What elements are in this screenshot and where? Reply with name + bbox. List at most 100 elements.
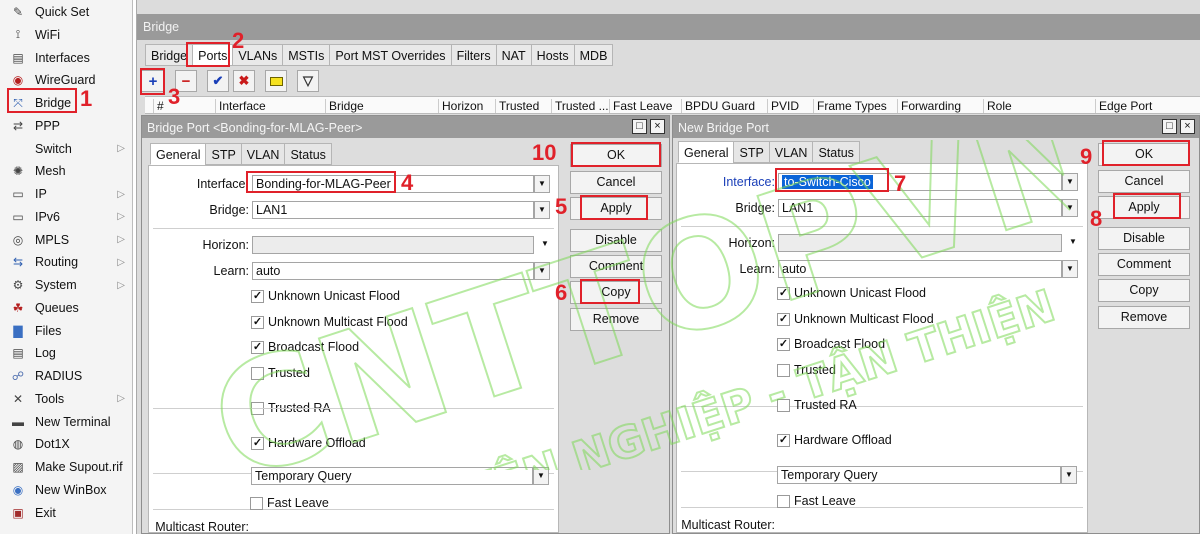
tab-vlan[interactable]: VLAN bbox=[768, 141, 814, 163]
comment-button[interactable]: Comment bbox=[570, 255, 662, 278]
dropdown-arrow-icon[interactable]: ▼ bbox=[1062, 199, 1078, 217]
column-header[interactable]: BPDU Guard bbox=[681, 99, 755, 113]
sidebar-item-ipv6[interactable]: ▭ IPv6 ▷ bbox=[0, 206, 133, 228]
column-header[interactable]: Forwarding bbox=[897, 99, 961, 113]
dropdown-arrow-icon[interactable]: ▼ bbox=[537, 236, 553, 254]
column-header[interactable]: Edge Port bbox=[1095, 99, 1152, 113]
bridge-select[interactable]: LAN1 bbox=[778, 199, 1062, 217]
column-header[interactable]: Bridge bbox=[325, 99, 364, 113]
restore-window-icon[interactable]: □ bbox=[632, 119, 647, 134]
unknown-multicast-flood-checkbox[interactable]: ✓ Unknown Multicast Flood bbox=[251, 315, 408, 329]
remove-button[interactable]: Remove bbox=[1098, 306, 1190, 329]
multicast-router-select[interactable]: Temporary Query bbox=[777, 466, 1061, 484]
tab-hosts[interactable]: Hosts bbox=[530, 44, 575, 66]
checkbox-box[interactable]: ✓ bbox=[251, 436, 264, 450]
sidebar-item-radius[interactable]: ☍ RADIUS bbox=[0, 365, 133, 387]
tab-stp[interactable]: STP bbox=[733, 141, 770, 163]
checkbox-box[interactable] bbox=[777, 494, 790, 508]
sidebar-item-new-winbox[interactable]: ◉ New WinBox bbox=[0, 479, 133, 501]
dropdown-arrow-icon[interactable]: ▼ bbox=[534, 175, 550, 193]
horizon-input[interactable] bbox=[778, 234, 1062, 252]
disable-button[interactable]: Disable bbox=[1098, 227, 1190, 250]
column-header[interactable]: # bbox=[153, 99, 164, 113]
comment-button[interactable]: Comment bbox=[1098, 253, 1190, 276]
sidebar-item-mpls[interactable]: ◎ MPLS ▷ bbox=[0, 229, 133, 251]
tab-general[interactable]: General bbox=[150, 143, 207, 165]
checkbox-box[interactable]: ✓ bbox=[777, 312, 790, 326]
horizon-input[interactable] bbox=[252, 236, 534, 254]
remove-button[interactable]: Remove bbox=[570, 308, 662, 331]
dropdown-arrow-icon[interactable]: ▼ bbox=[534, 201, 550, 219]
broadcast-flood-checkbox[interactable]: ✓ Broadcast Flood bbox=[777, 337, 885, 351]
bridge-select[interactable]: LAN1 bbox=[252, 201, 534, 219]
enable-button[interactable]: ✔ bbox=[207, 70, 229, 92]
fast-leave-checkbox[interactable]: Fast Leave bbox=[250, 496, 329, 510]
close-window-icon[interactable]: × bbox=[1180, 119, 1195, 134]
checkbox-box[interactable] bbox=[250, 496, 263, 510]
trusted-checkbox[interactable]: Trusted bbox=[777, 363, 836, 377]
sidebar-item-tools[interactable]: ✕ Tools ▷ bbox=[0, 388, 133, 410]
dropdown-arrow-icon[interactable]: ▼ bbox=[1065, 234, 1081, 252]
checkbox-box[interactable]: ✓ bbox=[777, 433, 790, 447]
dropdown-arrow-icon[interactable]: ▼ bbox=[533, 467, 549, 485]
disable-button[interactable]: Disable bbox=[570, 229, 662, 252]
sidebar-item-switch[interactable]: Switch ▷ bbox=[0, 138, 133, 160]
column-header[interactable]: Interface bbox=[215, 99, 266, 113]
tab-status[interactable]: Status bbox=[812, 141, 860, 163]
checkbox-box[interactable]: ✓ bbox=[251, 340, 264, 354]
column-header[interactable]: Trusted bbox=[495, 99, 539, 113]
sidebar-item-queues[interactable]: ☘ Queues bbox=[0, 297, 133, 319]
sidebar-item-new-terminal[interactable]: ▬ New Terminal bbox=[0, 411, 133, 433]
comment-button[interactable] bbox=[265, 70, 287, 92]
checkbox-box[interactable] bbox=[777, 398, 790, 412]
sidebar-item-ip[interactable]: ▭ IP ▷ bbox=[0, 183, 133, 205]
checkbox-box[interactable] bbox=[251, 366, 264, 380]
tab-nat[interactable]: NAT bbox=[495, 44, 532, 66]
column-header[interactable]: Fast Leave bbox=[609, 99, 672, 113]
tab-filters[interactable]: Filters bbox=[450, 44, 497, 66]
filter-button[interactable]: ▽ bbox=[297, 70, 319, 92]
hardware-offload-checkbox[interactable]: ✓ Hardware Offload bbox=[777, 433, 892, 447]
restore-window-icon[interactable]: □ bbox=[1162, 119, 1177, 134]
sidebar-item-interfaces[interactable]: ▤ Interfaces bbox=[0, 47, 133, 69]
sidebar-item-mesh[interactable]: ✺ Mesh bbox=[0, 160, 133, 182]
close-window-icon[interactable]: × bbox=[650, 119, 665, 134]
tab-status[interactable]: Status bbox=[284, 143, 332, 165]
unknown-multicast-flood-checkbox[interactable]: ✓ Unknown Multicast Flood bbox=[777, 312, 934, 326]
sidebar-item-quick-set[interactable]: ✎ Quick Set bbox=[0, 1, 133, 23]
checkbox-box[interactable]: ✓ bbox=[777, 286, 790, 300]
checkbox-box[interactable] bbox=[777, 363, 790, 377]
trusted-ra-checkbox[interactable]: Trusted RA bbox=[777, 398, 857, 412]
checkbox-box[interactable]: ✓ bbox=[777, 337, 790, 351]
copy-button[interactable]: Copy bbox=[1098, 279, 1190, 302]
dropdown-arrow-icon[interactable]: ▼ bbox=[1062, 173, 1078, 191]
broadcast-flood-checkbox[interactable]: ✓ Broadcast Flood bbox=[251, 340, 359, 354]
unknown-unicast-flood-checkbox[interactable]: ✓ Unknown Unicast Flood bbox=[251, 289, 400, 303]
fast-leave-checkbox[interactable]: Fast Leave bbox=[777, 494, 856, 508]
tab-vlan[interactable]: VLAN bbox=[240, 143, 286, 165]
sidebar-item-routing[interactable]: ⇆ Routing ▷ bbox=[0, 251, 133, 273]
column-header[interactable]: Horizon bbox=[438, 99, 483, 113]
cancel-button[interactable]: Cancel bbox=[570, 171, 662, 194]
column-header[interactable]: Role bbox=[983, 99, 1012, 113]
learn-select[interactable]: auto bbox=[778, 260, 1062, 278]
tab-stp[interactable]: STP bbox=[205, 143, 242, 165]
sidebar-item-system[interactable]: ⚙ System ▷ bbox=[0, 274, 133, 296]
cancel-button[interactable]: Cancel bbox=[1098, 170, 1190, 193]
sidebar-item-log[interactable]: ▤ Log bbox=[0, 342, 133, 364]
sidebar-item-dot1x[interactable]: ◍ Dot1X bbox=[0, 433, 133, 455]
tab-general[interactable]: General bbox=[678, 141, 735, 163]
column-header[interactable]: PVID bbox=[767, 99, 799, 113]
multicast-router-select[interactable]: Temporary Query bbox=[251, 467, 533, 485]
sidebar-item-ppp[interactable]: ⇄ PPP bbox=[0, 115, 133, 137]
sidebar-item-wifi[interactable]: ⟟ WiFi bbox=[0, 24, 133, 46]
trusted-checkbox[interactable]: Trusted bbox=[251, 366, 310, 380]
column-header[interactable]: Frame Types bbox=[813, 99, 887, 113]
learn-select[interactable]: auto bbox=[252, 262, 534, 280]
sidebar-item-files[interactable]: ▇ Files bbox=[0, 320, 133, 342]
tab-port-mst-overrides[interactable]: Port MST Overrides bbox=[329, 44, 452, 66]
dropdown-arrow-icon[interactable]: ▼ bbox=[1062, 260, 1078, 278]
disable-button[interactable]: ✖ bbox=[233, 70, 255, 92]
tab-mstis[interactable]: MSTIs bbox=[282, 44, 331, 66]
tab-mdb[interactable]: MDB bbox=[573, 44, 614, 66]
